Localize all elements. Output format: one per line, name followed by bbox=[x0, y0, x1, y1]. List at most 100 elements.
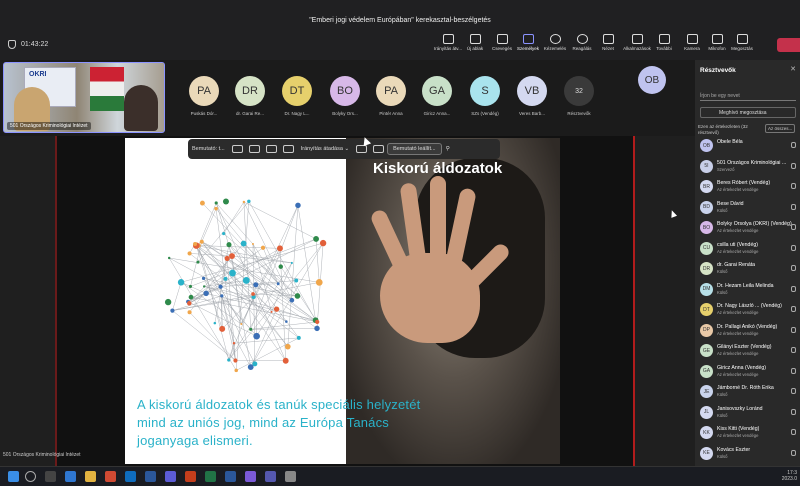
avatar[interactable]: DR bbox=[235, 76, 265, 106]
close-icon[interactable]: ✕ bbox=[790, 65, 796, 73]
list-item[interactable]: BD Bese Dávid Külső bbox=[700, 200, 800, 218]
give-control-button[interactable]: Irányítás átadása ⌄ bbox=[297, 146, 353, 152]
list-item[interactable]: CU csilla uti (Vendég) Az értekezlet vendé… bbox=[700, 241, 800, 259]
app-icon[interactable] bbox=[285, 471, 296, 482]
mic-icon bbox=[791, 408, 796, 415]
list-item[interactable]: DT Dr. Nagy László ... (Vendég) Az értekez… bbox=[700, 302, 800, 320]
teams-icon[interactable] bbox=[265, 471, 276, 482]
app-icon[interactable] bbox=[245, 471, 256, 482]
toolbar-button[interactable]: További bbox=[649, 34, 679, 51]
list-item[interactable]: KK Kiss Kitti (Vendég) Az értekezlet vendé… bbox=[700, 425, 800, 443]
self-video-tile[interactable]: OKRI 501 Országos Kriminológiai Intézet bbox=[3, 62, 165, 133]
participant-name: Dr. Pallagi Anikó (Vendég) bbox=[717, 323, 778, 330]
camera-icon bbox=[686, 34, 698, 44]
powerpoint-icon[interactable] bbox=[185, 471, 196, 482]
presentation-slide: Kiskorú áldozatok A kiskorú áldozatok és… bbox=[125, 138, 560, 464]
list-item[interactable]: DP Dr. Pallagi Anikó (Vendég) Az értekezle… bbox=[700, 323, 800, 341]
mic-icon bbox=[791, 449, 796, 456]
toolbar-button[interactable]: Kézemelés bbox=[540, 34, 570, 51]
avatar[interactable]: PA bbox=[189, 76, 219, 106]
participant-role: Az értekezlet vendége bbox=[717, 433, 759, 438]
leave-button[interactable] bbox=[777, 38, 800, 52]
video-caption: 501 Országos Kriminológiai Intézet bbox=[7, 122, 91, 130]
mic-icon bbox=[791, 265, 796, 271]
participant-role: Külső bbox=[717, 453, 728, 459]
avatar[interactable]: OB bbox=[638, 66, 666, 94]
window-icon[interactable] bbox=[248, 145, 260, 153]
pin-icon[interactable]: ⚲ bbox=[442, 146, 454, 152]
windows-start-icon[interactable] bbox=[8, 471, 19, 482]
participant-role: Szervező bbox=[717, 166, 735, 172]
toolbar-button[interactable]: Alkalmazások bbox=[622, 34, 652, 51]
participant-name: Gilányi Eszter (Vendég) bbox=[717, 344, 772, 350]
avatar: BR bbox=[700, 180, 713, 193]
participant-name: Beres Róbert (Vendég) bbox=[717, 180, 771, 186]
avatar: DR bbox=[700, 262, 713, 275]
window-icon[interactable] bbox=[231, 145, 243, 153]
excel-icon[interactable] bbox=[205, 471, 216, 482]
list-item[interactable]: BO Bolyky Orsolya (OKRI) (Vendég) Az értek… bbox=[700, 220, 800, 238]
toolbar-button[interactable]: Irányítás átv... bbox=[433, 34, 463, 51]
mic-icon bbox=[791, 285, 796, 292]
mouse-cursor bbox=[668, 209, 678, 218]
avatar[interactable]: DT bbox=[282, 76, 312, 106]
app-icon[interactable] bbox=[165, 471, 176, 482]
window-icon[interactable] bbox=[265, 145, 277, 153]
avatar[interactable]: VB bbox=[517, 76, 547, 106]
pen-icon[interactable] bbox=[356, 145, 368, 153]
edge-icon[interactable] bbox=[65, 471, 76, 482]
toolbar-button[interactable]: Megosztás bbox=[727, 34, 757, 51]
participant-role: Az értekezlet vendége bbox=[717, 310, 759, 315]
avatar[interactable]: PA bbox=[376, 76, 406, 106]
avatar[interactable]: S bbox=[470, 76, 500, 106]
photo-hand bbox=[380, 253, 480, 343]
avatar-name: Bolyky Ors... bbox=[332, 111, 358, 116]
list-item[interactable]: 5I 501 Országos Kriminológiai ... Szervező bbox=[700, 159, 800, 177]
app-icon[interactable] bbox=[125, 471, 136, 482]
mic-icon bbox=[711, 34, 723, 44]
mic-icon bbox=[791, 388, 796, 394]
search-input[interactable]: Írjon be egy nevet bbox=[700, 91, 796, 101]
avatar[interactable]: 32 bbox=[564, 76, 594, 106]
toolbar-button[interactable]: Személyek bbox=[513, 34, 543, 51]
list-item[interactable]: JE Jámborné Dr. Róth Erika Külső bbox=[700, 384, 800, 402]
list-item[interactable]: GE Gilányi Eszter (Vendég) Az értekezlet v… bbox=[700, 343, 800, 361]
participant-name: Janisovszky Loránd bbox=[717, 405, 763, 412]
flag-image bbox=[90, 67, 124, 111]
word-icon[interactable] bbox=[225, 471, 236, 482]
list-item[interactable]: JL Janisovszky Loránd Külső bbox=[700, 405, 800, 423]
word-icon[interactable] bbox=[145, 471, 156, 482]
participant-role: Az értekezlet vendége bbox=[717, 248, 759, 254]
task-view-icon[interactable] bbox=[45, 471, 56, 482]
list-item[interactable]: DR dr. Garai Renáta Külső bbox=[700, 261, 800, 279]
window-icon[interactable] bbox=[282, 145, 294, 153]
smile-icon bbox=[576, 34, 588, 44]
person-silhouette bbox=[124, 85, 158, 131]
list-item[interactable]: DM Dr. Hezam Leila Melinda Külső bbox=[700, 282, 800, 300]
participants-panel: Résztvevők ✕ Írjon be egy nevet Meghívó … bbox=[695, 60, 800, 470]
stage-border bbox=[55, 136, 57, 466]
avatar-name: Puskás Dór... bbox=[190, 111, 218, 116]
explorer-icon[interactable] bbox=[85, 471, 96, 482]
stop-presenting-button[interactable]: Bemutató leállít... bbox=[387, 143, 442, 155]
stop-sharing-icon[interactable] bbox=[373, 145, 385, 153]
avatar: JE bbox=[700, 385, 713, 398]
stage-border bbox=[633, 136, 635, 466]
mute-all-button[interactable]: Az összes... bbox=[765, 124, 796, 133]
avatar: KK bbox=[700, 426, 713, 439]
list-item[interactable]: OB Obele Béla bbox=[700, 138, 800, 156]
search-icon[interactable] bbox=[25, 471, 36, 482]
list-item[interactable]: GA Giricz Anna (Vendég) Az értekezlet vend… bbox=[700, 364, 800, 382]
participant-name: 501 Országos Kriminológiai ... bbox=[717, 159, 787, 166]
toolbar-button[interactable]: Új ablak bbox=[460, 34, 490, 51]
section-header[interactable]: Ezen az értekezleten (32 résztvevő) bbox=[698, 124, 758, 135]
chrome-icon[interactable] bbox=[105, 471, 116, 482]
share-invite-button[interactable]: Meghívó megosztása bbox=[700, 107, 796, 118]
avatar[interactable]: GA bbox=[422, 76, 452, 106]
list-item[interactable]: BR Beres Róbert (Vendég) Az értekezlet ven… bbox=[700, 179, 800, 197]
list-item[interactable]: KE Kovács Eszter Külső bbox=[700, 446, 800, 464]
presenter-label: Bemutató: t... bbox=[192, 146, 225, 152]
avatar[interactable]: BO bbox=[330, 76, 360, 106]
toolbar-button[interactable]: Nézet bbox=[593, 34, 623, 51]
participant-role: Az értekezlet vendége bbox=[717, 187, 759, 192]
